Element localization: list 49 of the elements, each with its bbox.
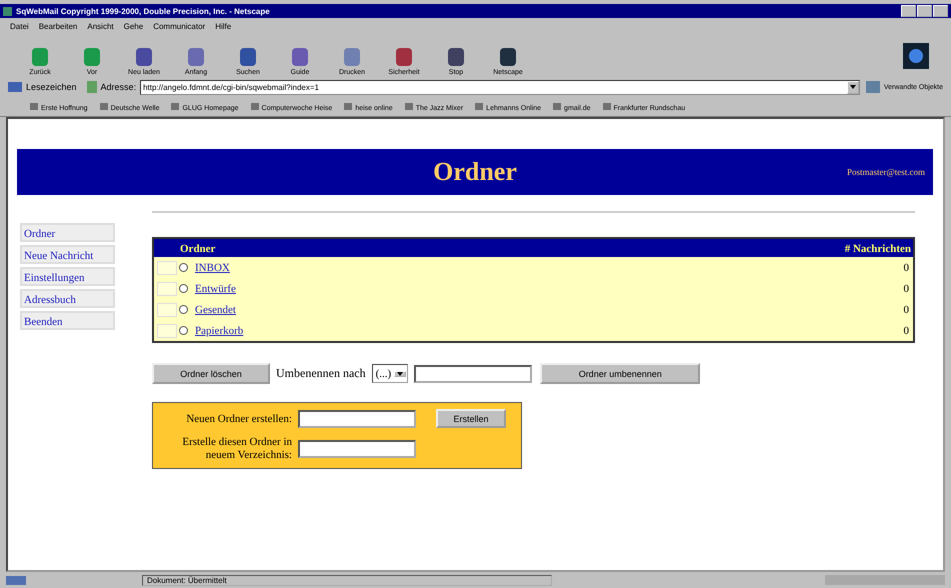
menu-item[interactable]: Communicator [153, 22, 206, 30]
rename-label: Umbenennen nach [276, 366, 366, 381]
delete-folder-button[interactable]: Ordner löschen [152, 363, 270, 384]
address-label: Adresse: [100, 82, 136, 92]
bookmarks-button[interactable]: Lesezeichen [26, 82, 77, 92]
radio-button[interactable] [179, 326, 188, 335]
sidebar-item[interactable]: Beenden [20, 311, 115, 330]
menu-item[interactable]: Datei [10, 22, 29, 30]
menu-item[interactable]: Gehe [124, 22, 144, 30]
message-count: 0 [904, 262, 909, 274]
empty-cell [157, 302, 177, 316]
radio-button[interactable] [179, 305, 188, 314]
window-title: SqWebMail Copyright 1999-2000, Double Precision, Inc. - Netscape [16, 6, 271, 16]
folder-link[interactable]: Entwürfe [195, 282, 236, 294]
empty-cell [157, 260, 177, 274]
sidebar-item[interactable]: Einstellungen [20, 267, 115, 286]
radio-button[interactable] [179, 284, 188, 293]
empty-cell [157, 324, 177, 338]
rename-field[interactable] [414, 364, 532, 382]
sidebar-item[interactable]: Ordner [20, 223, 115, 242]
empty-cell [157, 282, 177, 296]
address-field[interactable]: http://angelo.fdmnt.de/cgi-bin/sqwebmail?index=1 [140, 80, 860, 94]
menu-item[interactable]: Ansicht [87, 22, 114, 30]
dropdown-arrow-icon[interactable] [394, 370, 406, 376]
sidebar-item[interactable]: Adressbuch [20, 289, 115, 308]
parent-folder-field[interactable] [298, 440, 416, 458]
menu-item[interactable]: Hilfe [215, 22, 232, 30]
create-button[interactable]: Erstellen [436, 409, 506, 428]
column-header: # Nachrichten [844, 243, 911, 255]
page-title: Ordner [433, 157, 517, 187]
folder-link[interactable]: Gesendet [195, 304, 236, 316]
app-icon [3, 6, 12, 16]
new-folder-field[interactable] [298, 410, 416, 428]
parent-folder-label: Erstelle diesen Ordner in neuem Verzeichnis: [181, 436, 292, 462]
folder-link[interactable]: Papierkorb [195, 324, 244, 336]
email-address: Postmaster@test.com [846, 167, 925, 177]
status-text: Dokument: Übermittelt [142, 574, 552, 586]
new-folder-label: Neuen Ordner erstellen: [185, 412, 292, 424]
folder-link[interactable]: INBOX [195, 262, 230, 274]
message-count: 0 [904, 324, 909, 336]
menu-item[interactable]: Bearbeiten [38, 22, 78, 30]
message-count: 0 [904, 282, 909, 294]
sidebar-item[interactable]: Neue Nachricht [20, 245, 115, 264]
folder-select[interactable]: (...) [372, 364, 408, 383]
column-header: Ordner [180, 243, 216, 255]
message-count: 0 [904, 304, 909, 316]
rename-folder-button[interactable]: Ordner umbenennen [540, 363, 700, 384]
netscape-logo-icon [903, 43, 929, 69]
radio-button[interactable] [179, 263, 188, 272]
